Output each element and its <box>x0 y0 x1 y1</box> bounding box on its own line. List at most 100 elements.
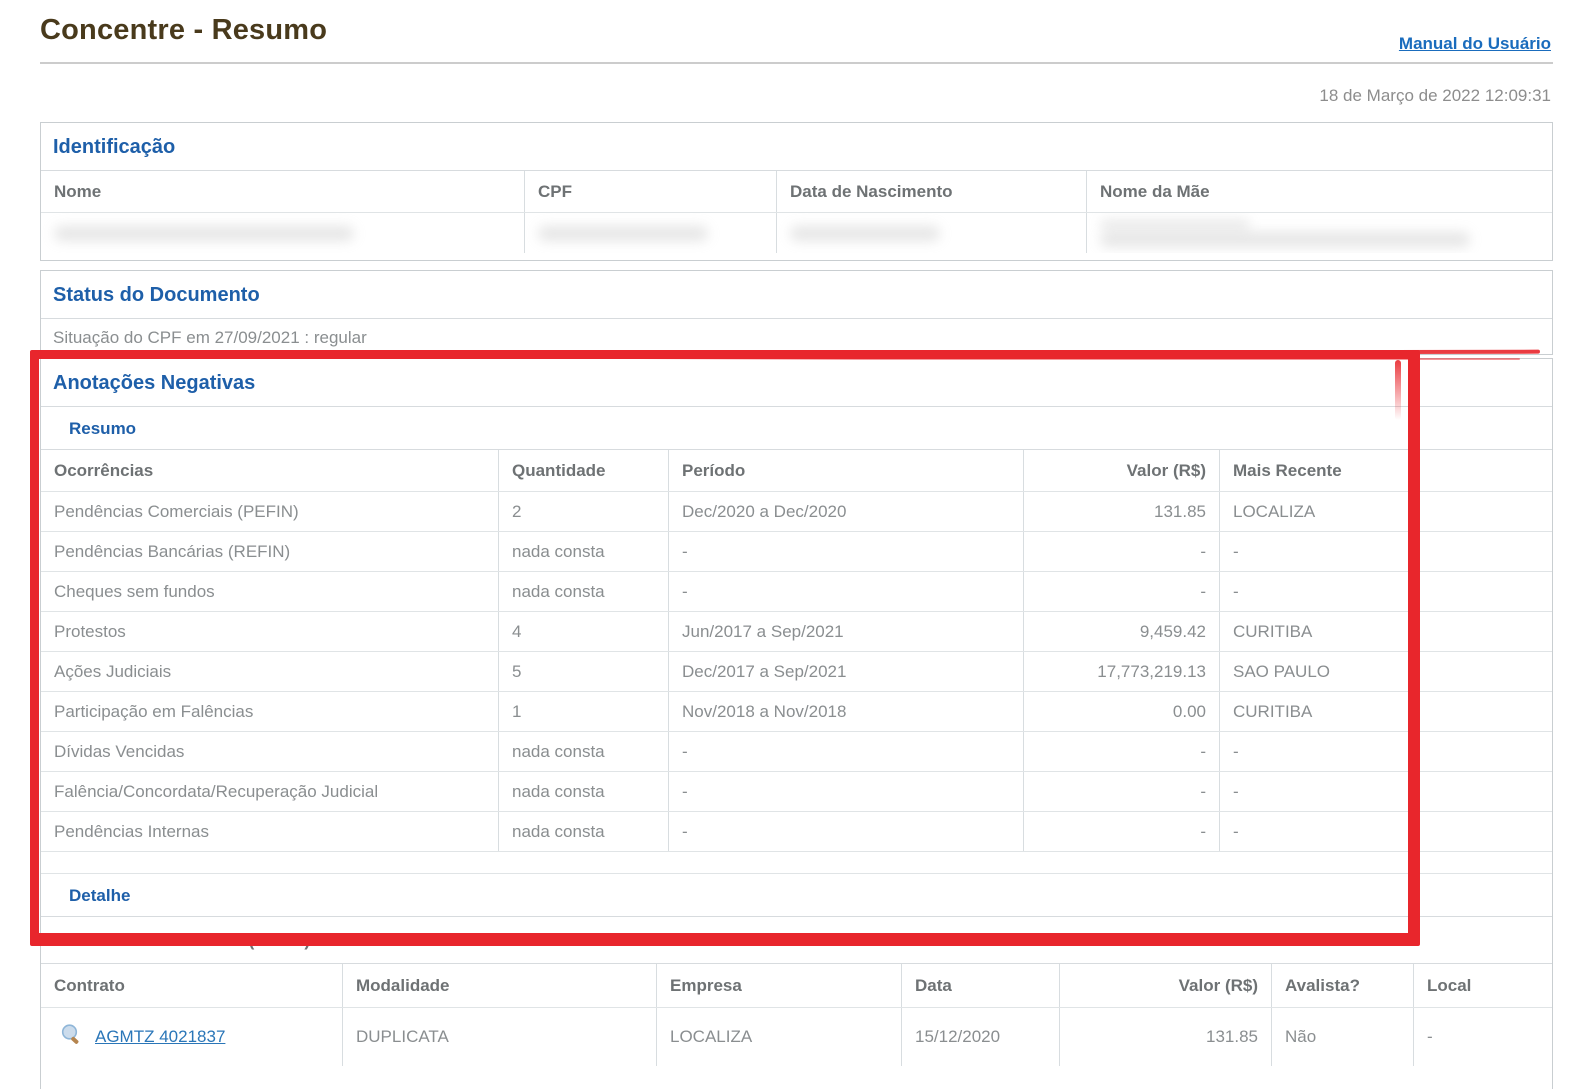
mae-value-cell <box>1086 213 1552 253</box>
table-header-row: Contrato Modalidade Empresa Data Valor (… <box>41 964 1552 1008</box>
redacted-value <box>1100 220 1250 229</box>
redacted-value <box>54 226 354 241</box>
table-row: AGMTZ 4021837 DUPLICATA LOCALIZA 15/12/2… <box>41 1008 1552 1066</box>
ocorrencia-cell: Dívidas Vencidas <box>41 732 498 771</box>
valor-cell: - <box>1023 532 1219 571</box>
status-documento-panel: Status do Documento Situação do CPF em 2… <box>40 270 1553 355</box>
resumo-subheading: Resumo <box>41 407 1552 450</box>
anotacoes-heading: Anotações Negativas <box>41 359 1552 407</box>
section-spacer <box>41 852 1552 874</box>
ocorrencia-cell: Ações Judiciais <box>41 652 498 691</box>
local-cell: - <box>1413 1008 1552 1066</box>
periodo-cell: - <box>668 572 1023 611</box>
concentre-report-page: Concentre - Resumo Manual do Usuário 18 … <box>0 0 1581 1089</box>
periodo-cell: Jun/2017 a Sep/2021 <box>668 612 1023 651</box>
quantidade-cell: 2 <box>498 492 668 531</box>
periodo-cell: - <box>668 732 1023 771</box>
nascimento-value-cell <box>776 213 1086 253</box>
table-row: Falência/Concordata/Recuperação Judicial… <box>41 772 1552 812</box>
page-title: Concentre - Resumo <box>40 14 327 47</box>
column-header-quantidade: Quantidade <box>498 450 668 491</box>
ocorrencia-cell: Pendências Bancárias (REFIN) <box>41 532 498 571</box>
identificacao-table: Nome CPF Data de Nascimento Nome da Mãe <box>41 171 1552 253</box>
valor-cell: 17,773,219.13 <box>1023 652 1219 691</box>
column-header-modalidade: Modalidade <box>342 964 656 1007</box>
column-header-local: Local <box>1413 964 1552 1007</box>
quantidade-cell: nada consta <box>498 812 668 851</box>
identificacao-heading: Identificação <box>41 123 1552 171</box>
mais-recente-cell: - <box>1219 812 1552 851</box>
quantidade-cell: nada consta <box>498 572 668 611</box>
quantidade-cell: nada consta <box>498 732 668 771</box>
contract-link[interactable]: AGMTZ 4021837 <box>95 1027 225 1047</box>
magnifier-icon[interactable] <box>60 1023 83 1051</box>
modalidade-cell: DUPLICATA <box>342 1008 656 1066</box>
periodo-cell: Dec/2017 a Sep/2021 <box>668 652 1023 691</box>
periodo-cell: - <box>668 812 1023 851</box>
valor-cell: 9,459.42 <box>1023 612 1219 651</box>
mais-recente-cell: - <box>1219 532 1552 571</box>
table-row: Protestos 4 Jun/2017 a Sep/2021 9,459.42… <box>41 612 1552 652</box>
ocorrencia-cell: Pendências Comerciais (PEFIN) <box>41 492 498 531</box>
table-row: Pendências Internas nada consta - - - <box>41 812 1552 852</box>
quantidade-cell: 1 <box>498 692 668 731</box>
status-heading: Status do Documento <box>41 271 1552 319</box>
manual-do-usuario-link[interactable]: Manual do Usuário <box>1399 34 1551 54</box>
valor-cell: - <box>1023 732 1219 771</box>
periodo-cell: - <box>668 532 1023 571</box>
mais-recente-cell: - <box>1219 572 1552 611</box>
table-row: Pendências Comerciais (PEFIN) 2 Dec/2020… <box>41 492 1552 532</box>
column-header-mais-recente: Mais Recente <box>1219 450 1552 491</box>
quantidade-cell: 4 <box>498 612 668 651</box>
ocorrencia-cell: Falência/Concordata/Recuperação Judicial <box>41 772 498 811</box>
table-header-row: Nome CPF Data de Nascimento Nome da Mãe <box>41 171 1552 213</box>
column-header-valor: Valor (R$) <box>1059 964 1271 1007</box>
periodo-cell: Nov/2018 a Nov/2018 <box>668 692 1023 731</box>
column-header-ocorrencias: Ocorrências <box>41 450 498 491</box>
valor-cell: - <box>1023 572 1219 611</box>
anotacoes-negativas-panel: Anotações Negativas Resumo Ocorrências Q… <box>40 358 1553 1089</box>
table-row <box>41 213 1552 253</box>
quantidade-cell: nada consta <box>498 532 668 571</box>
column-header-valor: Valor (R$) <box>1023 450 1219 491</box>
column-header-mae: Nome da Mãe <box>1086 171 1552 212</box>
periodo-cell: - <box>668 772 1023 811</box>
ocorrencia-cell: Cheques sem fundos <box>41 572 498 611</box>
mais-recente-cell: LOCALIZA <box>1219 492 1552 531</box>
resumo-table: Ocorrências Quantidade Período Valor (R$… <box>41 450 1552 852</box>
column-header-cpf: CPF <box>524 171 776 212</box>
avalista-cell: Não <box>1271 1008 1413 1066</box>
identificacao-panel: Identificação Nome CPF Data de Nasciment… <box>40 122 1553 261</box>
ocorrencia-cell: Protestos <box>41 612 498 651</box>
valor-cell: 0.00 <box>1023 692 1219 731</box>
cpf-situacao-text: Situação do CPF em 27/09/2021 : regular <box>41 319 1552 357</box>
periodo-cell: Dec/2020 a Dec/2020 <box>668 492 1023 531</box>
quantidade-cell: 5 <box>498 652 668 691</box>
column-header-data: Data <box>901 964 1059 1007</box>
valor-cell: - <box>1023 812 1219 851</box>
title-divider <box>40 62 1553 64</box>
report-datetime: 18 de Março de 2022 12:09:31 <box>1319 86 1551 106</box>
redacted-value <box>790 226 940 241</box>
column-header-nome: Nome <box>41 171 524 212</box>
column-header-nascimento: Data de Nascimento <box>776 171 1086 212</box>
column-header-avalista: Avalista? <box>1271 964 1413 1007</box>
mais-recente-cell: CURITIBA <box>1219 692 1552 731</box>
redacted-value <box>538 226 708 241</box>
data-cell: 15/12/2020 <box>901 1008 1059 1066</box>
table-row: Cheques sem fundos nada consta - - - <box>41 572 1552 612</box>
cpf-value-cell <box>524 213 776 253</box>
pefin-detail-heading: Pendências Comerciais (PEFIN) <box>41 917 1552 964</box>
nome-value-cell <box>41 213 524 253</box>
empresa-cell: LOCALIZA <box>656 1008 901 1066</box>
table-row: Pendências Bancárias (REFIN) nada consta… <box>41 532 1552 572</box>
valor-cell: - <box>1023 772 1219 811</box>
contrato-cell: AGMTZ 4021837 <box>41 1008 342 1066</box>
redacted-value <box>1100 232 1470 247</box>
mais-recente-cell: CURITIBA <box>1219 612 1552 651</box>
column-header-contrato: Contrato <box>41 964 342 1007</box>
ocorrencia-cell: Pendências Internas <box>41 812 498 851</box>
valor-cell: 131.85 <box>1023 492 1219 531</box>
mais-recente-cell: - <box>1219 732 1552 771</box>
table-header-row: Ocorrências Quantidade Período Valor (R$… <box>41 450 1552 492</box>
